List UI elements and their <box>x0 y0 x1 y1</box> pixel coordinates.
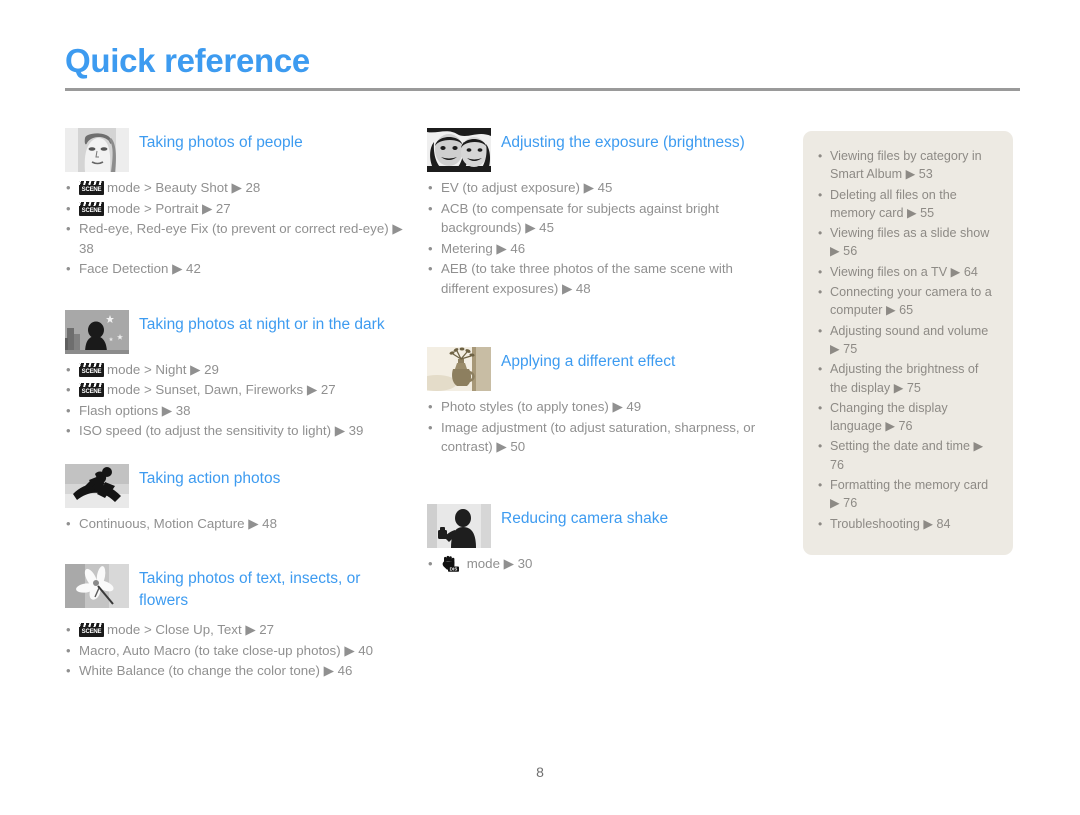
section-bullet-list: SCENEmode > Night ▶ 29 SCENEmode > Sunse… <box>65 360 410 441</box>
page-title: Quick reference <box>65 42 310 79</box>
list-item: SCENEmode > Night ▶ 29 <box>65 360 410 380</box>
list-item: Flash options ▶ 38 <box>65 401 410 421</box>
section-header: Taking photos of people <box>65 128 410 174</box>
section-taking-photos-of-flowers: Taking photos of text, insects, or flowe… <box>65 564 410 681</box>
dis-mode-icon: DIS <box>441 555 460 572</box>
section-header: Reducing camera shake <box>427 503 777 550</box>
list-item: SCENEmode > Beauty Shot ▶ 28 <box>65 178 410 198</box>
list-item: Adjusting sound and volume ▶ 75 <box>817 322 999 359</box>
section-bullet-list: SCENEmode > Close Up, Text ▶ 27 Macro, A… <box>65 620 410 681</box>
section-reducing-camera-shake: Reducing camera shake DIS mode ▶ 30 <box>427 503 777 574</box>
list-item: Continuous, Motion Capture ▶ 48 <box>65 514 410 534</box>
list-item: Red-eye, Red-eye Fix (to prevent or corr… <box>65 219 410 258</box>
list-item: AEB (to take three photos of the same sc… <box>427 259 777 298</box>
list-item: ISO speed (to adjust the sensitivity to … <box>65 421 410 441</box>
left-column: Taking photos of people SCENEmode > Beau… <box>65 128 410 682</box>
section-taking-photos-at-night: Taking photos at night or in the dark SC… <box>65 309 410 441</box>
list-item: Viewing files on a TV ▶ 64 <box>817 263 999 282</box>
list-item: Photo styles (to apply tones) ▶ 49 <box>427 397 777 417</box>
section-taking-photos-of-people: Taking photos of people SCENEmode > Beau… <box>65 128 410 279</box>
list-item: SCENEmode > Sunset, Dawn, Fireworks ▶ 27 <box>65 380 410 400</box>
manual-page: Quick reference Taking photos of people … <box>0 0 1080 815</box>
list-item: Troubleshooting ▶ 84 <box>817 515 999 534</box>
list-item: ACB (to compensate for subjects against … <box>427 199 777 238</box>
section-title: Taking photos of text, insects, or flowe… <box>139 570 361 609</box>
list-item: Adjusting the brightness of the display … <box>817 360 999 397</box>
thumb-portrait-woman <box>65 128 129 172</box>
list-item: SCENEmode > Close Up, Text ▶ 27 <box>65 620 410 640</box>
list-item: EV (to adjust exposure) ▶ 45 <box>427 178 777 198</box>
thumb-flower <box>65 564 129 608</box>
list-item: Macro, Auto Macro (to take close-up phot… <box>65 641 410 661</box>
scene-mode-icon: SCENE <box>79 181 104 195</box>
section-title: Reducing camera shake <box>501 509 669 527</box>
section-title: Adjusting the exposure (brightness) <box>501 134 745 151</box>
thumb-snowboarder <box>65 463 129 508</box>
list-item: Face Detection ▶ 42 <box>65 259 410 279</box>
list-item: Viewing files as a slide show ▶ 56 <box>817 224 999 261</box>
list-item: Metering ▶ 46 <box>427 239 777 259</box>
svg-text:DIS: DIS <box>450 566 458 571</box>
section-title: Taking photos at night or in the dark <box>139 315 385 333</box>
section-title: Taking action photos <box>139 469 281 487</box>
section-title: Taking photos of people <box>139 134 303 151</box>
section-bullet-list: DIS mode ▶ 30 <box>427 554 777 574</box>
scene-mode-icon: SCENE <box>79 383 104 397</box>
thumb-two-faces <box>427 128 491 172</box>
list-item: Image adjustment (to adjust saturation, … <box>427 418 777 457</box>
section-header: Taking action photos <box>65 463 410 510</box>
quick-links-list: Viewing files by category in Smart Album… <box>817 147 999 533</box>
section-title: Applying a different effect <box>501 353 676 370</box>
list-item: Connecting your camera to a computer ▶ 6… <box>817 283 999 320</box>
thumb-vase-sepia <box>427 347 491 391</box>
list-item: Deleting all files on the memory card ▶ … <box>817 186 999 223</box>
list-item: White Balance (to change the color tone)… <box>65 661 410 681</box>
scene-mode-icon: SCENE <box>79 623 104 637</box>
section-bullet-list: EV (to adjust exposure) ▶ 45 ACB (to com… <box>427 178 777 298</box>
section-header: Taking photos at night or in the dark <box>65 309 410 356</box>
section-adjusting-the-exposure: Adjusting the exposure (brightness) EV (… <box>427 128 777 298</box>
page-header: Quick reference <box>65 42 1020 91</box>
section-header: Adjusting the exposure (brightness) <box>427 128 777 174</box>
title-divider <box>65 88 1020 91</box>
list-item: Changing the display language ▶ 76 <box>817 399 999 436</box>
section-header: Taking photos of text, insects, or flowe… <box>65 564 410 616</box>
section-applying-a-different-effect: Applying a different effect Photo styles… <box>427 347 777 457</box>
scene-mode-icon: SCENE <box>79 362 104 377</box>
quick-links-panel: Viewing files by category in Smart Album… <box>803 131 1013 555</box>
scene-mode-icon: SCENE <box>79 201 104 216</box>
thumb-night-scene <box>65 309 129 354</box>
section-header: Applying a different effect <box>427 347 777 393</box>
list-item: Formatting the memory card ▶ 76 <box>817 476 999 513</box>
thumb-person-camera <box>427 503 491 548</box>
section-taking-action-photos: Taking action photos Continuous, Motion … <box>65 463 410 534</box>
list-item: Setting the date and time ▶ 76 <box>817 437 999 474</box>
page-number: 8 <box>536 764 544 780</box>
middle-column: Adjusting the exposure (brightness) EV (… <box>427 128 777 574</box>
section-bullet-list: Continuous, Motion Capture ▶ 48 <box>65 514 410 534</box>
list-item: SCENEmode > Portrait ▶ 27 <box>65 199 410 219</box>
section-bullet-list: Photo styles (to apply tones) ▶ 49 Image… <box>427 397 777 457</box>
list-item: DIS mode ▶ 30 <box>427 554 777 574</box>
section-bullet-list: SCENEmode > Beauty Shot ▶ 28 SCENEmode >… <box>65 178 410 279</box>
list-item: Viewing files by category in Smart Album… <box>817 147 999 184</box>
